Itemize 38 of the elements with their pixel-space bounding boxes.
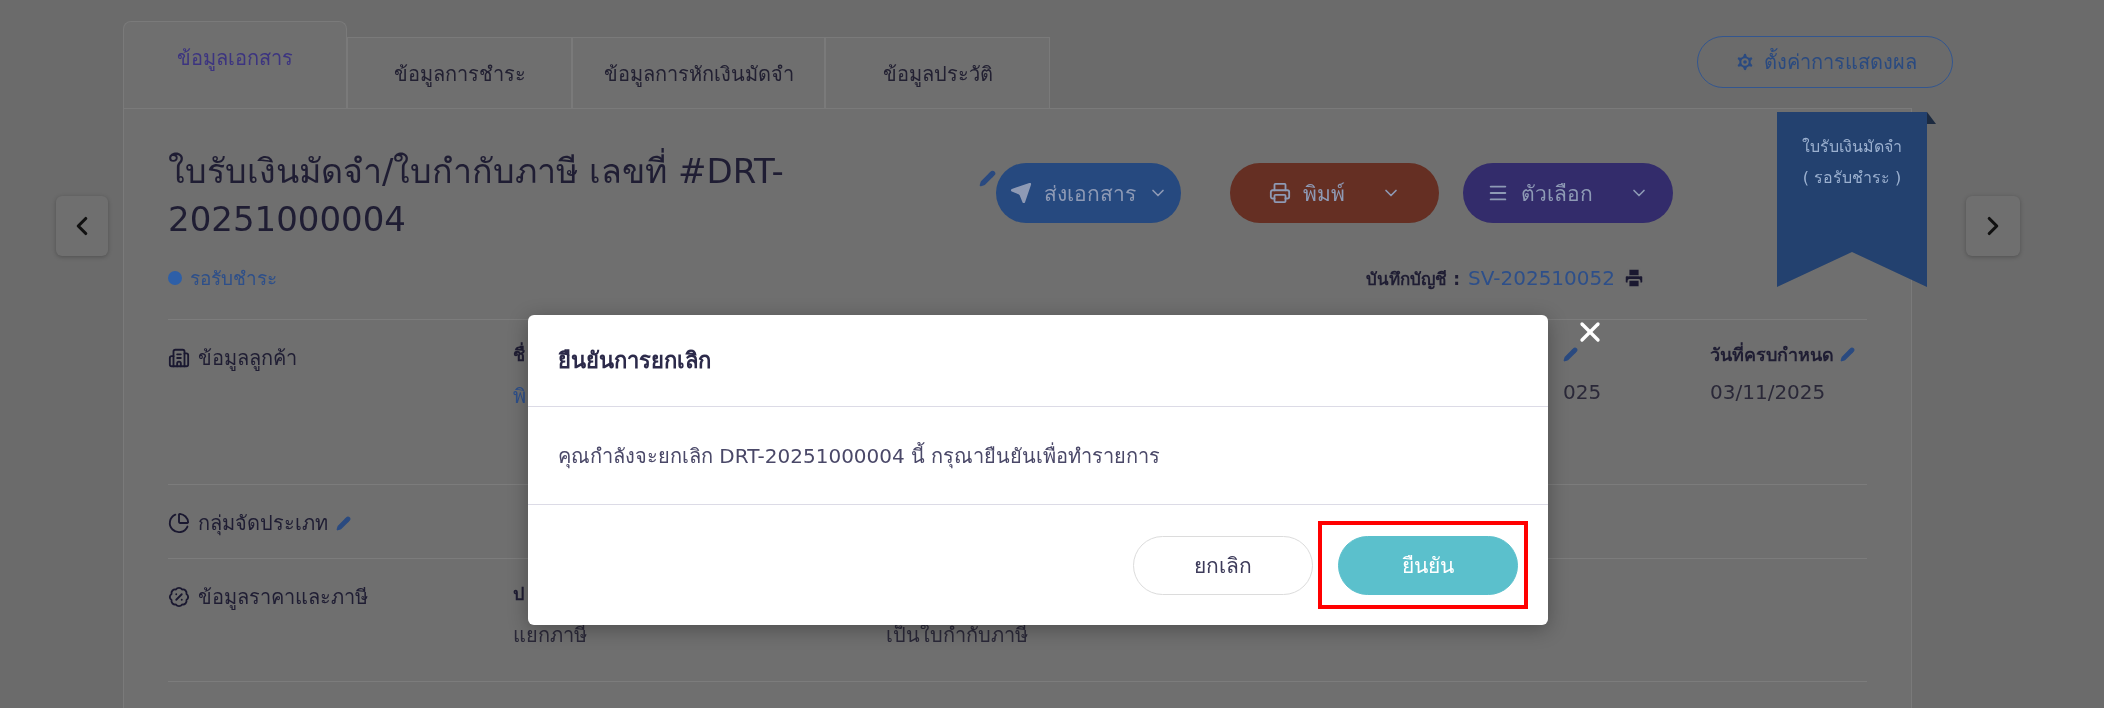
dialog-title: ยืนยันการยกเลิก [558, 347, 711, 375]
previous-button[interactable] [56, 196, 108, 256]
field-label: วันที่ครบกำหนด [1710, 341, 1834, 367]
tab[interactable]: ข้อมูลประวัติ [825, 37, 1050, 109]
confirm-button[interactable]: ยืนยัน [1338, 536, 1518, 595]
pencil-icon[interactable] [1840, 346, 1855, 362]
field-value: 03/11/2025 [1710, 380, 1826, 404]
ribbon-text: ( รอรับชำระ ) [1802, 167, 1902, 189]
paper-plane-icon [1009, 182, 1032, 204]
printer-icon [1268, 182, 1291, 204]
tab[interactable]: ข้อมูลการชำระ [347, 37, 572, 109]
pencil-icon[interactable] [1563, 346, 1578, 362]
field-value: 025 [1563, 380, 1602, 404]
tab[interactable]: ข้อมูลเอกสาร [123, 21, 347, 109]
action-button[interactable]: ตัวเลือก [1463, 163, 1673, 223]
ribbon-fold [1927, 112, 1936, 124]
action-button[interactable]: ส่งเอกสาร [996, 163, 1181, 223]
section-title: กลุ่มจัดประเภท [198, 510, 328, 538]
account-label: บันทึกบัญชี : [1366, 267, 1461, 292]
section-title: ข้อมูลลูกค้า [198, 345, 297, 373]
field-value: เป็นใบกำกับภาษี [886, 622, 1028, 649]
field-value: แยกภาษี [513, 622, 587, 649]
field-link[interactable]: พิ [513, 380, 526, 412]
cancel-button[interactable]: ยกเลิก [1133, 535, 1313, 595]
status-label: รอรับชำระ [190, 266, 277, 291]
field-label: ป [513, 581, 524, 606]
action-button[interactable]: พิมพ์ [1230, 163, 1439, 223]
pencil-icon[interactable] [336, 515, 351, 531]
account-link[interactable]: SV-202510052 [1468, 266, 1615, 290]
section-title: ข้อมูลราคาและภาษี [198, 584, 368, 612]
document-title: ใบรับเงินมัดจำ/ใบกำกับภาษี เลขที่ #DRT-20251000004 [168, 147, 808, 243]
ribbon-text: ใบรับเงินมัดจำ [1802, 136, 1902, 158]
next-button[interactable] [1966, 196, 2020, 256]
tab[interactable]: ข้อมูลการหักเงินมัดจำ [572, 37, 825, 109]
pencil-icon[interactable] [979, 169, 996, 187]
field-label: ชื่ [513, 341, 525, 367]
printer-icon[interactable] [1623, 267, 1645, 289]
dialog-message: คุณกำลังจะยกเลิก DRT-20251000004 นี้ กรุณายืนยันเพื่อทำรายการ [558, 441, 1161, 471]
